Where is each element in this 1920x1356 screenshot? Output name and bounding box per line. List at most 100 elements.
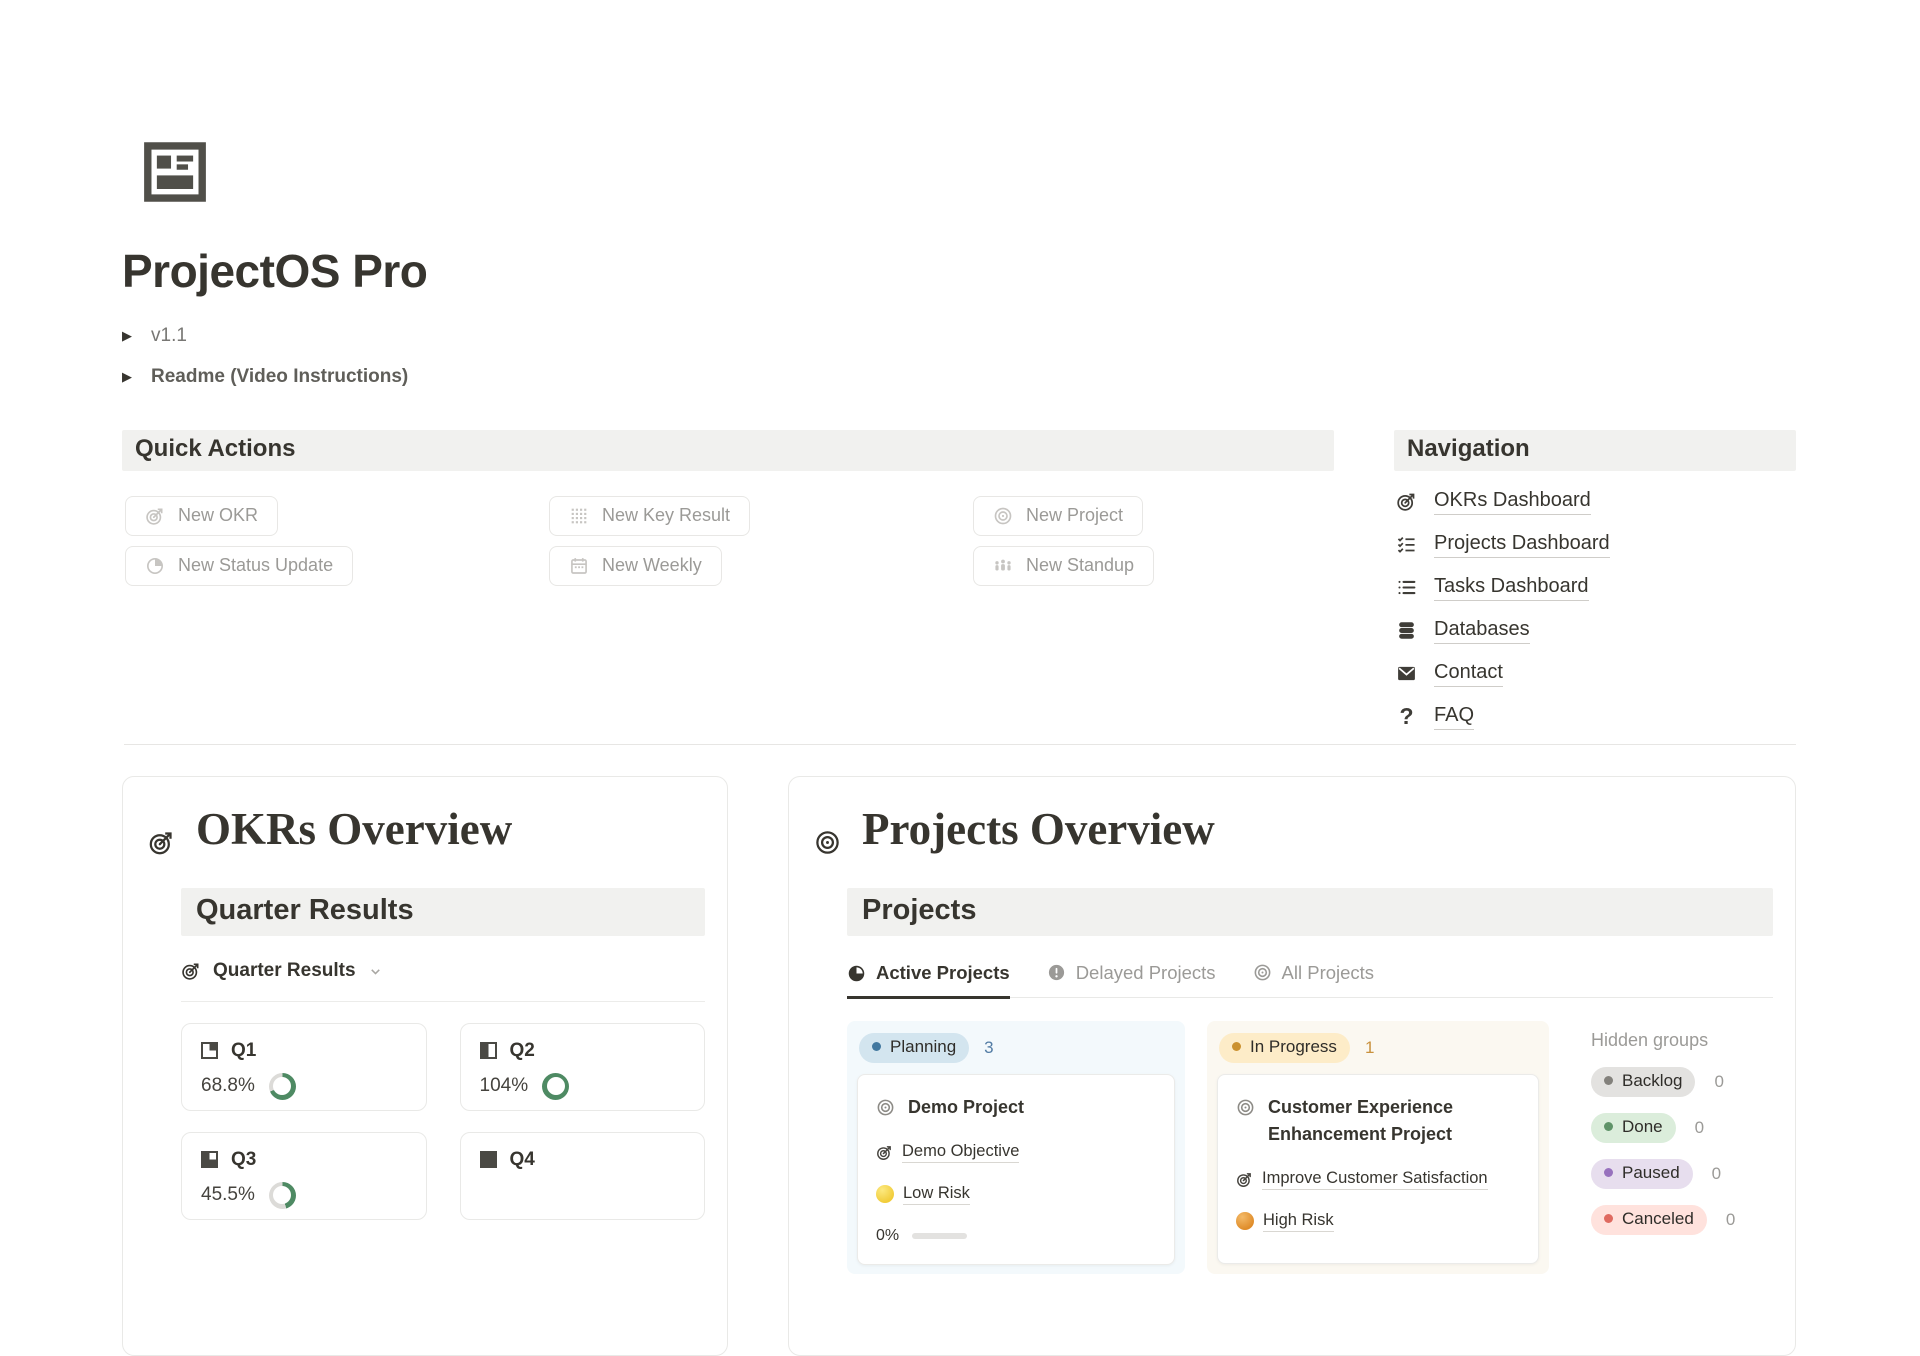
quick-actions-section: Quick Actions New OKR New Key Result New…	[122, 430, 1334, 729]
bullseye-icon	[1253, 963, 1272, 982]
paused-badge[interactable]: Paused	[1591, 1159, 1693, 1189]
kanban-card-demo-project[interactable]: Demo Project Demo Objective Low Risk	[857, 1074, 1175, 1265]
quarter-card-q1[interactable]: Q1 68.8%	[181, 1023, 427, 1111]
grid-icon	[569, 506, 589, 526]
new-weekly-button[interactable]: New Weekly	[549, 546, 722, 586]
customer-objective-row: Improve Customer Satisfaction	[1236, 1169, 1520, 1190]
new-key-result-label: New Key Result	[602, 505, 730, 526]
tab-all-projects-label: All Projects	[1282, 962, 1375, 984]
tab-active-projects[interactable]: Active Projects	[847, 962, 1010, 999]
hidden-group-done: Done 0	[1591, 1113, 1735, 1143]
progress-ring	[269, 1073, 296, 1100]
okrs-overview-title-row: OKRs Overview	[148, 803, 705, 855]
backlog-count: 0	[1714, 1072, 1723, 1092]
planning-column-header: Planning 3	[857, 1030, 1175, 1074]
page: ProjectOS Pro ▶ v1.1 ▶ Readme (Video Ins…	[0, 138, 1920, 1356]
quarter-q1-icon	[201, 1042, 218, 1059]
okrs-overview-title: OKRs Overview	[196, 803, 512, 855]
planning-status-badge[interactable]: Planning	[859, 1033, 969, 1063]
customer-objective-link[interactable]: Improve Customer Satisfaction	[1262, 1169, 1488, 1190]
new-project-button[interactable]: New Project	[973, 496, 1143, 536]
nav-item-databases: Databases	[1396, 619, 1796, 643]
demo-progress-row: 0%	[876, 1227, 1156, 1245]
new-status-update-button[interactable]: New Status Update	[125, 546, 353, 586]
target-icon	[148, 815, 175, 842]
hidden-groups-column: Hidden groups Backlog 0 Done	[1591, 1021, 1735, 1274]
backlog-badge[interactable]: Backlog	[1591, 1067, 1695, 1097]
new-standup-label: New Standup	[1026, 555, 1134, 576]
new-key-result-button[interactable]: New Key Result	[549, 496, 750, 536]
page-title: ProjectOS Pro	[122, 246, 1796, 297]
paused-label: Paused	[1622, 1163, 1680, 1183]
tab-delayed-projects-label: Delayed Projects	[1076, 962, 1216, 984]
demo-objective-row: Demo Objective	[876, 1142, 1156, 1163]
bullseye-icon	[876, 1098, 895, 1117]
triangle-right-icon: ▶	[122, 328, 136, 344]
toggle-readme[interactable]: ▶ Readme (Video Instructions)	[122, 366, 1796, 388]
demo-objective-link[interactable]: Demo Objective	[902, 1142, 1019, 1163]
new-okr-button[interactable]: New OKR	[125, 496, 278, 536]
database-icon	[1396, 620, 1417, 641]
quarter-q2-icon	[480, 1042, 497, 1059]
demo-risk-link[interactable]: Low Risk	[903, 1184, 970, 1205]
projects-header: Projects	[847, 888, 1773, 936]
canceled-label: Canceled	[1622, 1209, 1694, 1229]
page-icon-newspaper-icon[interactable]	[136, 138, 214, 206]
backlog-label: Backlog	[1622, 1071, 1682, 1091]
quarter-card-q2[interactable]: Q2 104%	[460, 1023, 706, 1111]
in-progress-status-badge[interactable]: In Progress	[1219, 1033, 1350, 1063]
hidden-group-canceled: Canceled 0	[1591, 1205, 1735, 1235]
demo-progress-value: 0%	[876, 1227, 899, 1245]
nav-item-faq: ? FAQ	[1396, 705, 1796, 729]
kanban-card-customer-experience[interactable]: Customer Experience Enhancement Project …	[1217, 1074, 1539, 1264]
nav-link-contact[interactable]: Contact	[1434, 661, 1503, 687]
status-dot-icon	[1604, 1122, 1613, 1131]
target-icon	[1396, 491, 1417, 512]
high-risk-icon	[1236, 1212, 1254, 1230]
target-icon	[181, 961, 201, 981]
checklist-icon	[1396, 534, 1417, 555]
quarter-results-view-selector[interactable]: Quarter Results	[181, 960, 705, 982]
triangle-right-icon: ▶	[122, 369, 136, 385]
nav-link-projects-dashboard[interactable]: Projects Dashboard	[1434, 532, 1610, 558]
hidden-group-backlog: Backlog 0	[1591, 1067, 1735, 1097]
quarter-results-header: Quarter Results	[181, 888, 705, 936]
nav-link-databases[interactable]: Databases	[1434, 618, 1530, 644]
nav-link-tasks-dashboard[interactable]: Tasks Dashboard	[1434, 575, 1589, 601]
low-risk-icon	[876, 1185, 894, 1203]
projects-overview-title: Projects Overview	[862, 803, 1215, 855]
hidden-group-paused: Paused 0	[1591, 1159, 1735, 1189]
chevron-down-icon	[368, 963, 383, 978]
quarter-q2-label: Q2	[510, 1040, 535, 1062]
done-badge[interactable]: Done	[1591, 1113, 1676, 1143]
quarter-q2-value: 104%	[480, 1075, 529, 1097]
canceled-badge[interactable]: Canceled	[1591, 1205, 1707, 1235]
customer-risk-link[interactable]: High Risk	[1263, 1211, 1334, 1232]
demo-risk-row: Low Risk	[876, 1184, 1156, 1205]
bullseye-icon	[993, 506, 1013, 526]
quarter-card-q3[interactable]: Q3 45.5%	[181, 1132, 427, 1220]
status-dot-icon	[1232, 1042, 1241, 1051]
nav-link-okrs-dashboard[interactable]: OKRs Dashboard	[1434, 489, 1591, 515]
exclamation-circle-icon	[1047, 963, 1066, 982]
tab-all-projects[interactable]: All Projects	[1253, 962, 1375, 997]
question-icon: ?	[1396, 706, 1417, 727]
quarter-card-q4[interactable]: Q4	[460, 1132, 706, 1220]
in-progress-status-label: In Progress	[1250, 1037, 1337, 1057]
toggle-readme-label: Readme (Video Instructions)	[151, 366, 408, 388]
nav-item-okrs-dashboard: OKRs Dashboard	[1396, 490, 1796, 514]
toggle-version[interactable]: ▶ v1.1	[122, 325, 1796, 347]
done-count: 0	[1695, 1118, 1704, 1138]
kanban-column-in-progress: In Progress 1 Customer Experience Enhanc…	[1207, 1021, 1549, 1274]
progress-ring	[269, 1182, 296, 1209]
navigation-list: OKRs Dashboard Projects Dashboard Tasks …	[1396, 490, 1796, 729]
projects-overview-card: Projects Overview Projects Active Projec…	[788, 776, 1796, 1356]
in-progress-column-header: In Progress 1	[1217, 1030, 1539, 1074]
hidden-groups-label: Hidden groups	[1591, 1030, 1735, 1051]
tab-delayed-projects[interactable]: Delayed Projects	[1047, 962, 1216, 997]
progress-ring	[542, 1073, 569, 1100]
new-status-update-label: New Status Update	[178, 555, 333, 576]
nav-link-faq[interactable]: FAQ	[1434, 704, 1474, 730]
new-standup-button[interactable]: New Standup	[973, 546, 1154, 586]
top-row: Quick Actions New OKR New Key Result New…	[122, 430, 1796, 729]
